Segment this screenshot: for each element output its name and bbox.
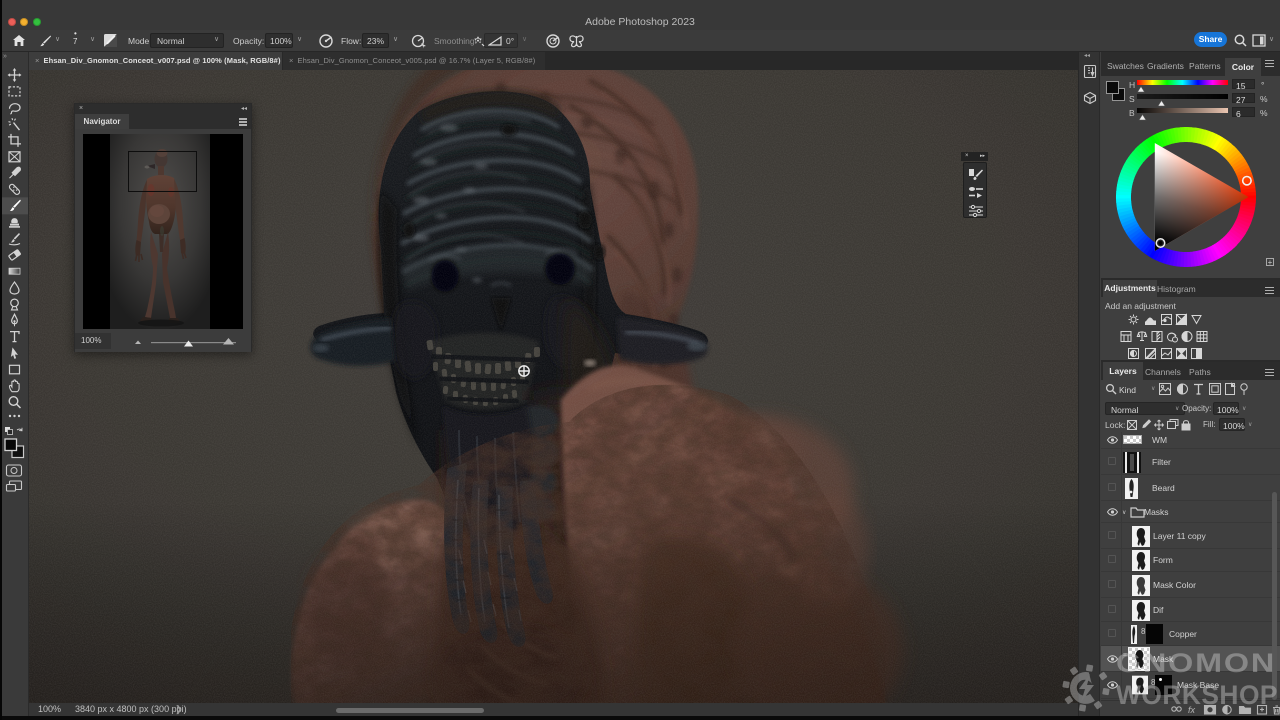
svg-text:GNOMON: GNOMON: [1116, 648, 1276, 678]
svg-text:WORKSHOP: WORKSHOP: [1116, 680, 1278, 710]
